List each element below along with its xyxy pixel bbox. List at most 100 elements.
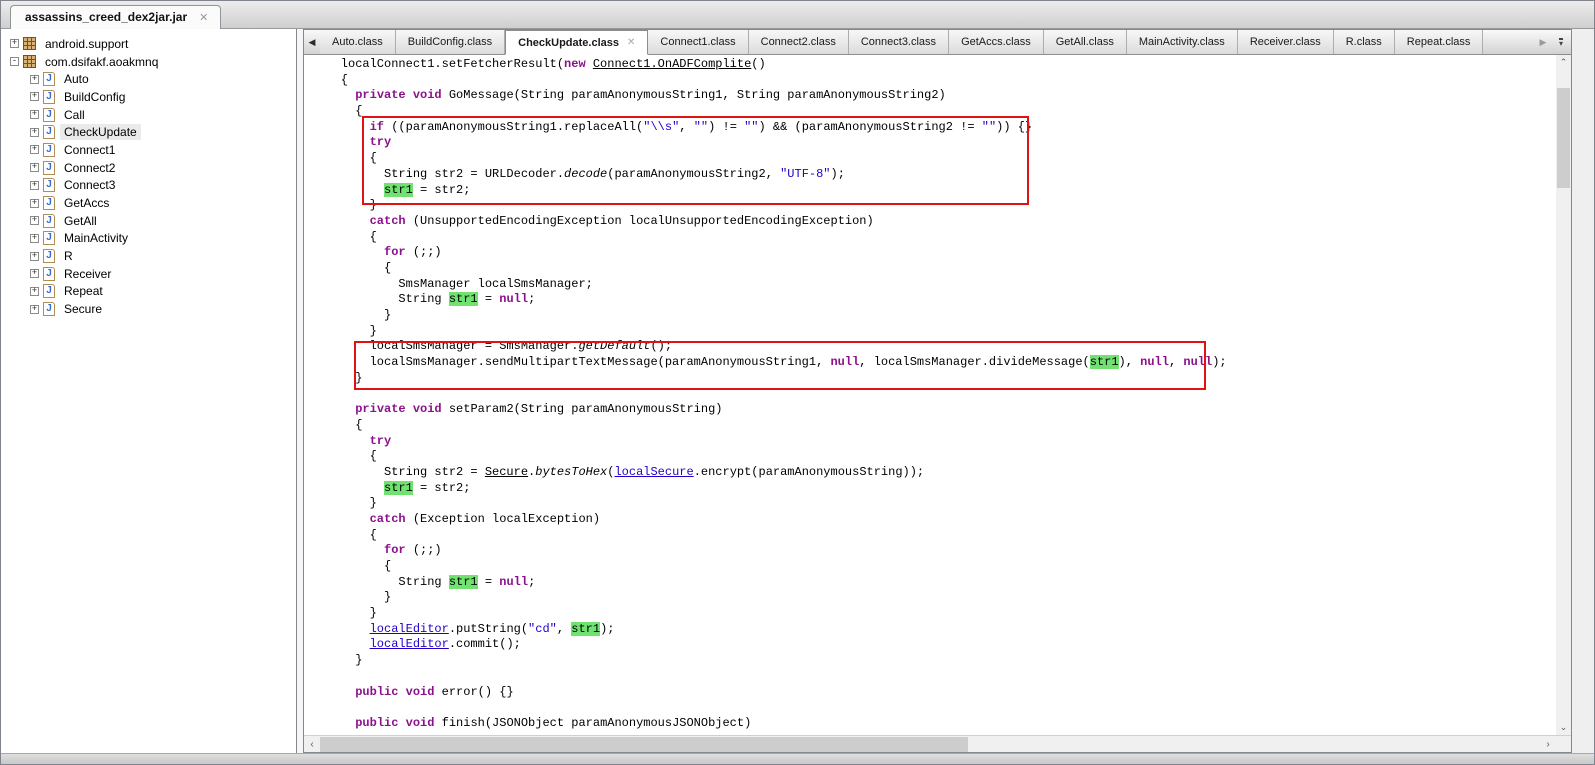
tab-getall-class[interactable]: GetAll.class <box>1044 30 1127 54</box>
collapse-toggle-icon[interactable]: - <box>10 57 19 66</box>
expand-toggle-icon[interactable]: + <box>30 128 39 137</box>
tree-item-call[interactable]: +JCall <box>1 106 296 124</box>
code-text <box>312 716 355 730</box>
code-line: try <box>312 434 1227 450</box>
tree-item-com-dsifakf-aoakmnq[interactable]: -com.dsifakf.aoakmnq <box>1 53 296 71</box>
package-tree-panel: + android.support-com.dsifakf.aoakmnq+JAu… <box>1 29 297 753</box>
expand-toggle-icon[interactable]: + <box>30 269 39 278</box>
tab-connect1-class[interactable]: Connect1.class <box>648 30 748 54</box>
keyword-token: private void <box>355 402 441 416</box>
expand-toggle-icon[interactable]: + <box>30 216 39 225</box>
horizontal-scrollbar[interactable]: ‹ › <box>304 736 1556 752</box>
tree-item-connect3[interactable]: +JConnect3 <box>1 177 296 195</box>
tree-item-checkupdate[interactable]: +JCheckUpdate <box>1 123 296 141</box>
code-text: } <box>312 590 391 604</box>
code-text: .putString( <box>449 622 528 636</box>
horizontal-scroll-track[interactable] <box>320 736 1540 752</box>
tree-item-receiver[interactable]: +JReceiver <box>1 265 296 283</box>
vertical-scrollbar[interactable]: ⌃ ⌄ <box>1556 55 1571 735</box>
tree-item-android-support[interactable]: + android.support <box>1 35 296 53</box>
jar-file-tab[interactable]: assassins_creed_dex2jar.jar ✕ <box>10 5 221 29</box>
field-link[interactable]: localSecure <box>614 465 693 479</box>
jar-tab-close-icon[interactable]: ✕ <box>199 11 208 24</box>
tree-item-buildconfig[interactable]: +JBuildConfig <box>1 88 296 106</box>
code-text: , <box>679 120 693 134</box>
expand-toggle-icon[interactable]: + <box>30 287 39 296</box>
expand-toggle-icon[interactable]: + <box>30 75 39 84</box>
string-token: "cd" <box>528 622 557 636</box>
tree-item-repeat[interactable]: +JRepeat <box>1 283 296 301</box>
expand-toggle-icon[interactable]: + <box>30 199 39 208</box>
tree-item-connect2[interactable]: +JConnect2 <box>1 159 296 177</box>
expand-toggle-icon[interactable]: + <box>30 305 39 314</box>
scroll-up-button[interactable]: ⌃ <box>1556 55 1571 70</box>
expand-toggle-icon[interactable]: + <box>30 145 39 154</box>
vertical-scroll-track[interactable] <box>1556 70 1571 720</box>
vertical-scroll-thumb[interactable] <box>1557 88 1570 188</box>
tree-item-getall[interactable]: +JGetAll <box>1 212 296 230</box>
tree-item-secure[interactable]: +JSecure <box>1 300 296 318</box>
code-line: } <box>312 653 1227 669</box>
tree-item-label: CheckUpdate <box>60 124 141 140</box>
expand-toggle-icon[interactable]: + <box>30 234 39 243</box>
tree-item-label: android.support <box>41 36 132 52</box>
expand-toggle-icon[interactable]: + <box>30 181 39 190</box>
type-link[interactable]: Connect1.OnADFComplite <box>593 57 751 71</box>
tab-repeat-class[interactable]: Repeat.class <box>1395 30 1484 54</box>
tabs-scroll-left-button[interactable]: ◀ <box>304 30 320 54</box>
tab-connect3-class[interactable]: Connect3.class <box>849 30 949 54</box>
field-link[interactable]: localEditor <box>370 622 449 636</box>
code-text: { <box>312 559 391 573</box>
code-line: localEditor.commit(); <box>312 637 1227 653</box>
expand-toggle-icon[interactable]: + <box>30 163 39 172</box>
highlighted-occurrence: str1 <box>384 183 413 197</box>
tree-item-getaccs[interactable]: +JGetAccs <box>1 194 296 212</box>
tab-list-button[interactable]: ▾ <box>1551 30 1571 54</box>
code-text: = str2; <box>413 183 471 197</box>
field-link[interactable]: localEditor <box>370 637 449 651</box>
code-content-row: localConnect1.setFetcherResult(new Conne… <box>304 55 1571 735</box>
package-icon <box>23 37 36 50</box>
tab-checkupdate-class[interactable]: CheckUpdate.class✕ <box>505 30 648 55</box>
tab-connect2-class[interactable]: Connect2.class <box>749 30 849 54</box>
tab-getaccs-class[interactable]: GetAccs.class <box>949 30 1044 54</box>
code-text <box>312 685 355 699</box>
code-text: .encrypt(paramAnonymousString)); <box>694 465 924 479</box>
tab-r-class[interactable]: R.class <box>1334 30 1395 54</box>
code-line: for (;;) <box>312 543 1227 559</box>
code-text: GoMessage(String paramAnonymousString1, … <box>442 88 946 102</box>
code-text: localConnect1.setFetcherResult( <box>312 57 564 71</box>
string-token: "\\s" <box>643 120 679 134</box>
code-line: { <box>312 230 1227 246</box>
scroll-left-button[interactable]: ‹ <box>304 736 320 752</box>
jar-file-tab-label: assassins_creed_dex2jar.jar <box>25 10 187 24</box>
java-class-icon: J <box>43 90 55 104</box>
keyword-token: catch <box>370 512 406 526</box>
tab-auto-class[interactable]: Auto.class <box>320 30 396 54</box>
tab-receiver-class[interactable]: Receiver.class <box>1238 30 1334 54</box>
code-text: .commit(); <box>449 637 521 651</box>
code-text <box>312 402 355 416</box>
expand-toggle-icon[interactable]: + <box>30 92 39 101</box>
tabs-scroll-right-button[interactable]: ▶ <box>1535 30 1551 54</box>
scroll-down-button[interactable]: ⌄ <box>1556 720 1571 735</box>
tree-item-auto[interactable]: +JAuto <box>1 70 296 88</box>
tab-buildconfig-class[interactable]: BuildConfig.class <box>396 30 505 54</box>
expand-toggle-icon[interactable]: + <box>30 110 39 119</box>
class-tabs: Auto.classBuildConfig.classCheckUpdate.c… <box>320 30 1483 54</box>
scroll-right-button[interactable]: › <box>1540 736 1556 752</box>
tab-mainactivity-class[interactable]: MainActivity.class <box>1127 30 1238 54</box>
expand-toggle-icon[interactable]: + <box>30 252 39 261</box>
code-line: } <box>312 590 1227 606</box>
java-class-icon: J <box>43 302 55 316</box>
tree-item-mainactivity[interactable]: +JMainActivity <box>1 230 296 248</box>
tree-item-connect1[interactable]: +JConnect1 <box>1 141 296 159</box>
tree-item-r[interactable]: +JR <box>1 247 296 265</box>
type-link[interactable]: Secure <box>485 465 528 479</box>
tab-close-icon[interactable]: ✕ <box>627 37 635 48</box>
expand-toggle-icon[interactable]: + <box>10 39 19 48</box>
code-line: { <box>312 104 1227 120</box>
highlighted-occurrence: str1 <box>449 575 478 589</box>
horizontal-scroll-thumb[interactable] <box>320 737 968 752</box>
code-line: public void finish(JSONObject paramAnony… <box>312 716 1227 732</box>
